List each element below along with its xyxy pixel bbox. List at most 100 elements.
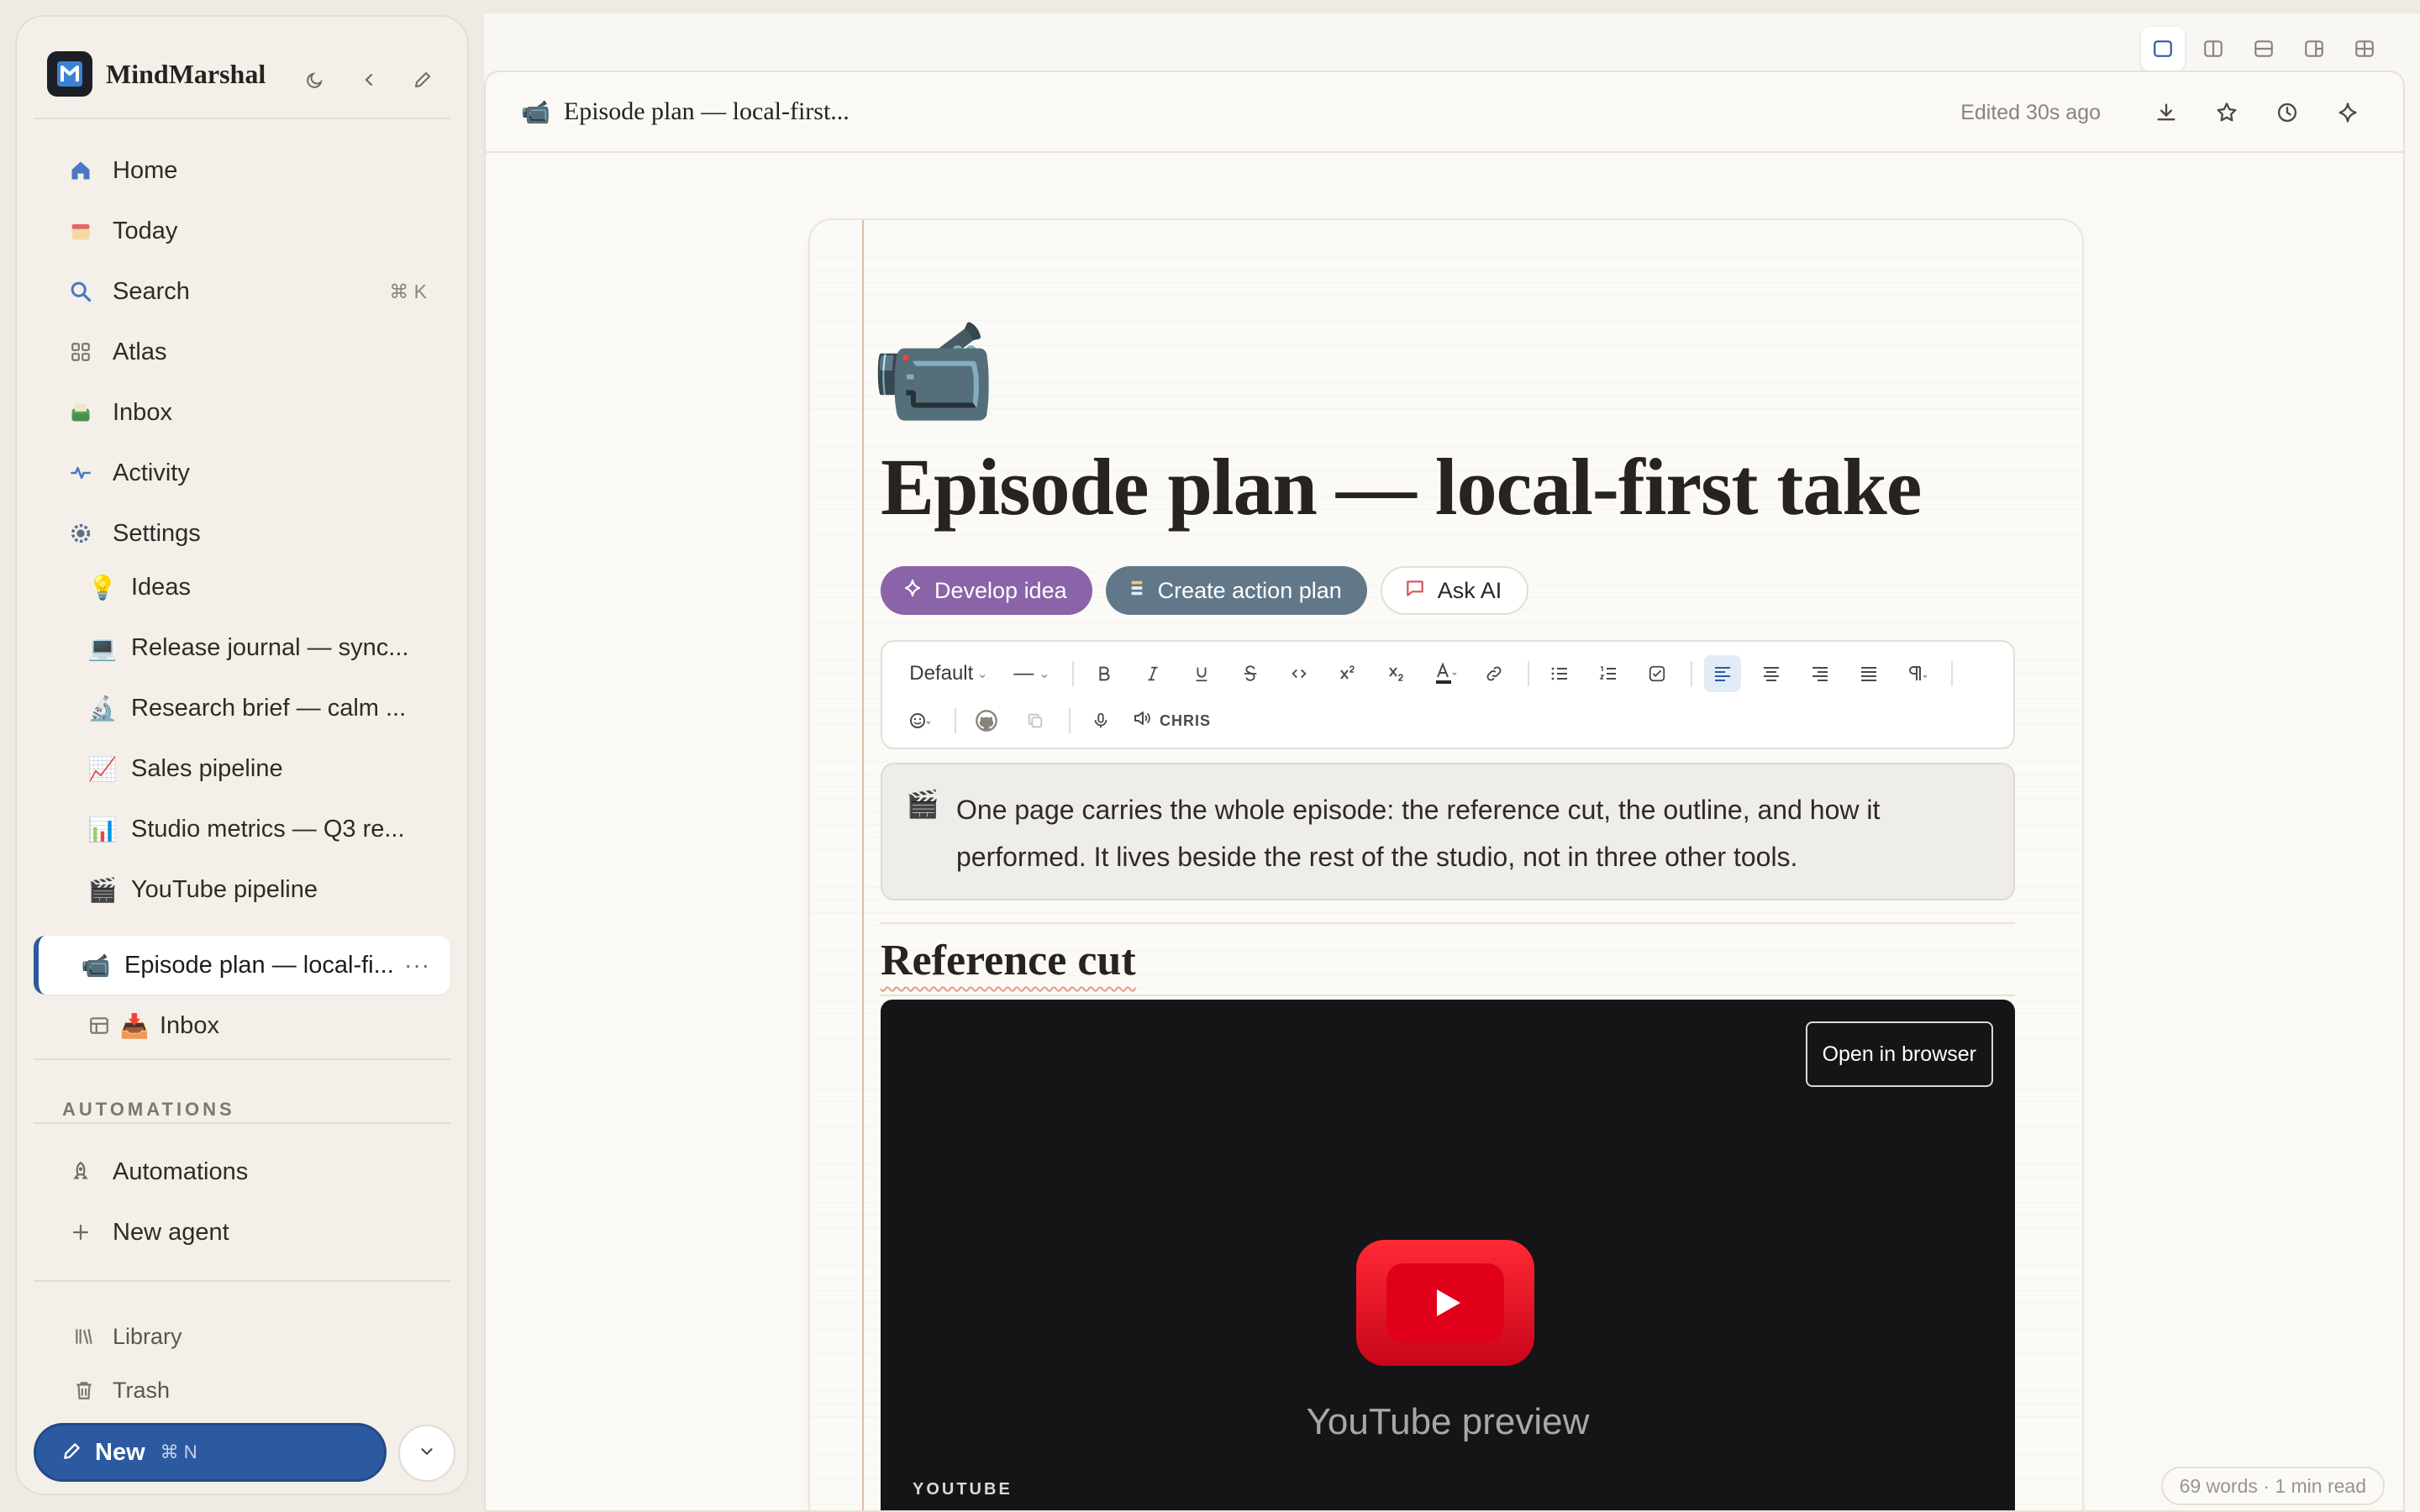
more-options-button[interactable]: ··· — [404, 952, 430, 979]
side-panel-icon[interactable] — [2292, 27, 2336, 71]
rocket-icon — [67, 1158, 94, 1185]
nav-search[interactable]: Search ⌘ K — [34, 265, 450, 318]
moon-icon[interactable] — [304, 69, 326, 91]
develop-idea-button[interactable]: Develop idea — [881, 566, 1092, 615]
grid-layout-icon[interactable] — [2343, 27, 2386, 71]
superscript-icon[interactable] — [1329, 655, 1366, 692]
ai-actions: Develop idea Create action plan Ask AI — [881, 566, 1529, 615]
page-youtube-pipeline[interactable]: 🎬 YouTube pipeline — [34, 864, 450, 916]
divider — [34, 118, 450, 119]
divider — [34, 1280, 450, 1282]
split-vertical-icon[interactable] — [2191, 27, 2235, 71]
align-center-icon[interactable] — [1753, 655, 1790, 692]
nav-home[interactable]: Home — [34, 144, 450, 197]
page-sales-pipeline[interactable]: 📈 Sales pipeline — [34, 743, 450, 795]
nav-inbox[interactable]: Inbox — [34, 386, 450, 438]
callout-text[interactable]: One page carries the whole episode: the … — [956, 786, 1963, 880]
cover-emoji[interactable]: 📹 — [871, 321, 996, 422]
nav-today[interactable]: Today — [34, 205, 450, 257]
align-left-icon[interactable] — [1704, 655, 1741, 692]
microphone-icon[interactable] — [1082, 702, 1119, 739]
nav-new-agent[interactable]: New agent — [34, 1206, 450, 1258]
video-camera-icon: 📹 — [521, 98, 550, 125]
link-icon[interactable] — [1476, 655, 1512, 692]
star-icon[interactable] — [2208, 94, 2245, 131]
divider — [34, 1058, 450, 1060]
subscript-icon[interactable] — [1378, 655, 1415, 692]
page-episode-plan[interactable]: 📹 Episode plan — local-fi... ··· — [34, 936, 450, 995]
brand[interactable]: MindMarshal — [47, 50, 266, 97]
nav-settings[interactable]: Settings — [34, 507, 450, 559]
create-action-plan-label: Create action plan — [1157, 577, 1342, 603]
divider-value: — — [1013, 662, 1034, 685]
text-color-icon[interactable] — [1427, 655, 1464, 692]
home-icon — [67, 157, 94, 184]
nav-library[interactable]: Library — [34, 1312, 450, 1361]
bold-icon[interactable] — [1086, 655, 1123, 692]
align-right-icon[interactable] — [1802, 655, 1839, 692]
align-justify-icon[interactable] — [1850, 655, 1887, 692]
create-action-plan-button[interactable]: Create action plan — [1105, 566, 1367, 615]
collapse-sidebar-icon[interactable] — [358, 69, 380, 91]
new-button-shortcut: ⌘ N — [160, 1441, 197, 1462]
numbered-list-icon[interactable] — [1590, 655, 1627, 692]
search-shortcut: ⌘ K — [389, 280, 427, 302]
page-label: Episode plan — local-fi... — [124, 951, 394, 979]
page-release-journal[interactable]: 💻 Release journal — sync... — [34, 622, 450, 674]
underline-icon[interactable] — [1183, 655, 1220, 692]
divider-dropdown[interactable]: — ⌄ — [1007, 655, 1057, 692]
history-icon[interactable] — [2269, 94, 2306, 131]
chevron-down-icon — [418, 1442, 436, 1465]
divider — [881, 995, 2015, 996]
page-studio-metrics[interactable]: 📊 Studio metrics — Q3 re... — [34, 803, 450, 855]
breadcrumb-title[interactable]: Episode plan — local-first... — [564, 97, 850, 126]
page-label: Studio metrics — Q3 re... — [131, 815, 405, 843]
download-icon[interactable] — [2148, 94, 2185, 131]
ask-ai-label: Ask AI — [1437, 577, 1502, 603]
code-icon[interactable] — [1281, 655, 1318, 692]
chart-up-icon: 📈 — [87, 755, 118, 782]
checklist-icon — [1128, 579, 1146, 603]
document-title[interactable]: Episode plan — local-first take — [881, 440, 1922, 533]
github-icon[interactable] — [968, 702, 1005, 739]
youtube-embed[interactable]: Open in browser YouTube preview YOUTUBE — [881, 1000, 2015, 1510]
nav-atlas[interactable]: Atlas — [34, 326, 450, 378]
youtube-play-icon[interactable] — [1356, 1240, 1534, 1366]
text-style-dropdown[interactable]: Default ⌄ — [902, 655, 995, 692]
search-icon — [67, 278, 94, 305]
strikethrough-icon[interactable] — [1232, 655, 1269, 692]
paragraph-icon[interactable] — [1899, 655, 1936, 692]
new-options-button[interactable] — [398, 1425, 455, 1482]
italic-icon[interactable] — [1134, 655, 1171, 692]
bullet-list-icon[interactable] — [1541, 655, 1578, 692]
nav-label: Settings — [113, 519, 201, 547]
split-horizontal-icon[interactable] — [2242, 27, 2286, 71]
nav-activity[interactable]: Activity — [34, 447, 450, 499]
copy-icon[interactable] — [1017, 702, 1054, 739]
main-area: 📹 Episode plan — local-first... Edited 3… — [484, 13, 2420, 1512]
video-caption: YouTube preview — [1306, 1401, 1590, 1442]
trash-icon — [71, 1377, 97, 1404]
sparkle-icon[interactable] — [2329, 94, 2366, 131]
emoji-icon[interactable] — [902, 702, 939, 739]
nav-trash[interactable]: Trash — [34, 1366, 450, 1415]
page-inbox[interactable]: 📥 Inbox — [34, 1000, 450, 1052]
open-in-browser-button[interactable]: Open in browser — [1805, 1021, 1993, 1087]
section-heading[interactable]: Reference cut — [881, 936, 1136, 985]
page-research-brief[interactable]: 🔬 Research brief — calm ... — [34, 682, 450, 734]
single-pane-icon[interactable] — [2141, 27, 2185, 71]
compose-icon[interactable] — [412, 69, 434, 91]
new-button-label: New — [95, 1438, 145, 1466]
chat-bubble-icon — [1404, 577, 1426, 605]
nav-label: Library — [113, 1323, 182, 1349]
nav-automations[interactable]: Automations — [34, 1146, 450, 1198]
microscope-icon: 🔬 — [87, 695, 118, 722]
checkbox-list-icon[interactable] — [1639, 655, 1676, 692]
page-ideas[interactable]: 💡 Ideas — [34, 561, 450, 613]
grid-icon — [67, 339, 94, 365]
ask-ai-button[interactable]: Ask AI — [1380, 566, 1529, 615]
voice-selector[interactable]: CHRIS — [1131, 702, 1211, 739]
callout-block[interactable]: 🎬 One page carries the whole episode: th… — [881, 763, 2015, 900]
divider — [34, 1122, 450, 1124]
new-page-button[interactable]: New ⌘ N — [34, 1423, 387, 1482]
